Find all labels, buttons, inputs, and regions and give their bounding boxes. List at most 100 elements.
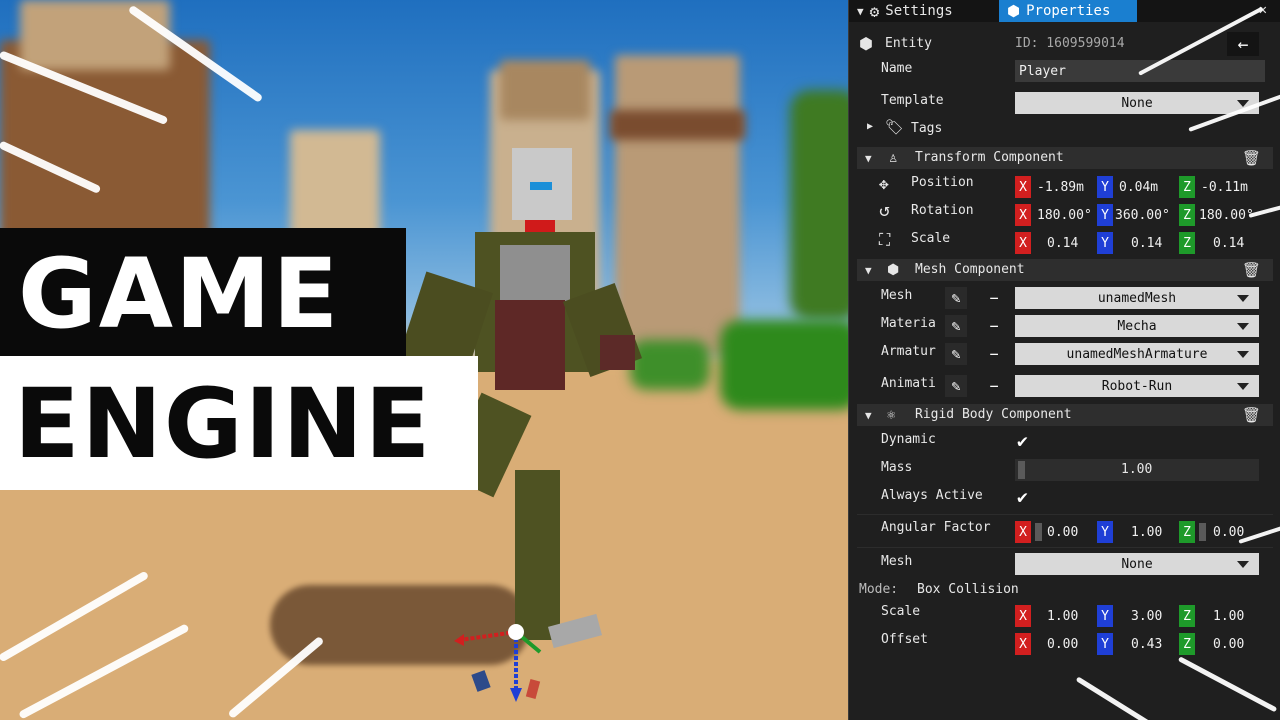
mesh-label: Mesh xyxy=(881,288,913,303)
axis-z-badge: Z xyxy=(1179,176,1195,198)
armature-dropdown[interactable]: unamedMeshArmature xyxy=(1015,343,1259,365)
position-y-field[interactable]: 0.04m xyxy=(1119,176,1158,198)
axis-y-badge: Y xyxy=(1097,176,1113,198)
entity-cube-icon: ⬢ xyxy=(859,34,873,53)
position-z-field[interactable]: -0.11m xyxy=(1201,176,1248,198)
transform-gizmo[interactable] xyxy=(450,610,550,710)
edit-icon[interactable]: ✎ xyxy=(945,375,967,397)
name-row: Name Player xyxy=(849,60,1280,86)
chevron-down-icon xyxy=(1237,295,1249,302)
rotation-x-field[interactable]: 180.00° xyxy=(1037,204,1092,226)
position-row: ✥ Position X -1.89m Y 0.04m Z -0.11m xyxy=(849,174,1280,200)
bush-right xyxy=(720,320,848,410)
cube-icon: ⬢ xyxy=(887,262,900,278)
animation-value: Robot-Run xyxy=(1101,378,1173,394)
speed-line xyxy=(1177,656,1278,713)
expand-arrow-icon[interactable]: ▶ xyxy=(867,121,873,132)
always-active-row: Always Active ✔ xyxy=(849,487,1280,513)
edit-icon[interactable]: ✎ xyxy=(945,343,967,365)
template-row: Template None xyxy=(849,92,1280,118)
dynamic-row: Dynamic ✔ xyxy=(849,431,1280,457)
robot-belly xyxy=(495,300,565,390)
angular-y-field[interactable]: 1.00 xyxy=(1131,521,1162,543)
scale-x-field[interactable]: 0.14 xyxy=(1047,232,1078,254)
collision-scale-y-field[interactable]: 3.00 xyxy=(1131,605,1162,627)
axis-y-badge: Y xyxy=(1097,232,1113,254)
move-icon: ✥ xyxy=(879,174,889,193)
collapse-icon[interactable]: ▼ xyxy=(857,5,864,18)
mesh-row: Mesh ✎ − unamedMesh xyxy=(849,287,1280,313)
edit-icon[interactable]: ✎ xyxy=(945,315,967,337)
tab-settings-label: Settings xyxy=(885,3,953,19)
offset-x-field[interactable]: 0.00 xyxy=(1047,633,1078,655)
divider xyxy=(857,514,1273,515)
tab-settings[interactable]: ▼ ⚙ Settings xyxy=(849,0,995,22)
remove-icon[interactable]: − xyxy=(983,315,1005,337)
chevron-down-icon xyxy=(1237,561,1249,568)
transform-component-header[interactable]: ▼ ♙ Transform Component 🗑 xyxy=(857,147,1273,169)
trash-icon[interactable]: 🗑 xyxy=(1242,149,1261,167)
scale-icon: ⛶ xyxy=(879,230,891,249)
position-x-field[interactable]: -1.89m xyxy=(1037,176,1084,198)
rotation-y-field[interactable]: 360.00° xyxy=(1115,204,1170,226)
chevron-down-icon xyxy=(1237,351,1249,358)
always-active-checkbox[interactable]: ✔ xyxy=(1017,487,1028,508)
slider-handle[interactable] xyxy=(1035,523,1042,541)
trash-icon[interactable]: 🗑 xyxy=(1242,406,1261,424)
edit-icon[interactable]: ✎ xyxy=(945,287,967,309)
mesh-component-title: Mesh Component xyxy=(915,262,1025,277)
angular-x-field[interactable]: 0.00 xyxy=(1047,521,1078,543)
rotation-label: Rotation xyxy=(911,203,974,218)
remove-icon[interactable]: − xyxy=(983,287,1005,309)
scale-y-field[interactable]: 0.14 xyxy=(1131,232,1162,254)
collision-scale-row: Scale X 1.00 Y 3.00 Z 1.00 xyxy=(849,603,1280,629)
remove-icon[interactable]: − xyxy=(983,375,1005,397)
slider-handle[interactable] xyxy=(1018,461,1025,479)
axis-z-badge: Z xyxy=(1179,204,1195,226)
name-label: Name xyxy=(881,61,913,76)
axis-x-badge: X xyxy=(1015,204,1031,226)
mass-value: 1.00 xyxy=(1121,462,1153,477)
tab-properties[interactable]: ⬢ Properties xyxy=(999,0,1137,22)
offset-z-field[interactable]: 0.00 xyxy=(1213,633,1244,655)
name-value: Player xyxy=(1019,63,1066,79)
rigid-body-component-header[interactable]: ▼ ⚛ Rigid Body Component 🗑 xyxy=(857,404,1273,426)
mesh-component-header[interactable]: ▼ ⬢ Mesh Component 🗑 xyxy=(857,259,1273,281)
rotation-z-field[interactable]: 180.00° xyxy=(1199,204,1254,226)
collision-mesh-dropdown[interactable]: None xyxy=(1015,553,1259,575)
entity-id: ID: 1609599014 xyxy=(1015,36,1125,51)
collapse-icon[interactable]: ▼ xyxy=(865,409,872,422)
collision-scale-z-field[interactable]: 1.00 xyxy=(1213,605,1244,627)
collapse-icon[interactable]: ▼ xyxy=(865,264,872,277)
mass-slider[interactable]: 1.00 xyxy=(1015,459,1259,481)
arrow-left-icon: ← xyxy=(1237,33,1249,55)
inspector-panel: ▼ ⚙ Settings ⬢ Properties ✕ ⬢ Entity ID:… xyxy=(848,0,1280,720)
template-dropdown[interactable]: None xyxy=(1015,92,1259,114)
collision-scale-x-field[interactable]: 1.00 xyxy=(1047,605,1078,627)
title-line-engine: ENGINE xyxy=(14,368,433,480)
template-label: Template xyxy=(881,93,944,108)
material-dropdown[interactable]: Mecha xyxy=(1015,315,1259,337)
collision-scale-label: Scale xyxy=(881,604,921,619)
offset-row: Offset X 0.00 Y 0.43 Z 0.00 xyxy=(849,631,1280,657)
rotate-icon: ↺ xyxy=(879,200,890,221)
offset-y-field[interactable]: 0.43 xyxy=(1131,633,1162,655)
back-button[interactable]: ← xyxy=(1227,32,1259,56)
slider-handle[interactable] xyxy=(1199,523,1206,541)
trash-icon[interactable]: 🗑 xyxy=(1242,261,1261,279)
armature-row: Armatur ✎ − unamedMeshArmature xyxy=(849,343,1280,369)
mass-row: Mass 1.00 xyxy=(849,459,1280,485)
animation-dropdown[interactable]: Robot-Run xyxy=(1015,375,1259,397)
collapse-icon[interactable]: ▼ xyxy=(865,152,872,165)
transform-icon: ♙ xyxy=(889,150,898,166)
speed-line xyxy=(1075,676,1189,720)
axis-x-badge: X xyxy=(1015,633,1031,655)
scale-z-field[interactable]: 0.14 xyxy=(1213,232,1244,254)
armature-label: Armatur xyxy=(881,344,936,359)
mode-label: Mode: xyxy=(859,582,899,597)
scene-viewport[interactable]: GAME ENGINE xyxy=(0,0,848,720)
mesh-dropdown[interactable]: unamedMesh xyxy=(1015,287,1259,309)
template-value: None xyxy=(1121,95,1153,111)
remove-icon[interactable]: − xyxy=(983,343,1005,365)
dynamic-checkbox[interactable]: ✔ xyxy=(1017,431,1028,452)
